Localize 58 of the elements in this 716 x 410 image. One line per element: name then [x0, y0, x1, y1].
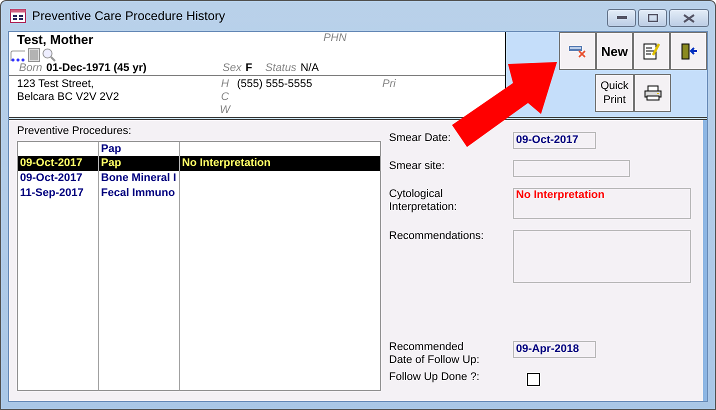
delete-button[interactable]	[559, 32, 596, 70]
maximize-icon	[648, 14, 658, 22]
checkbox[interactable]	[527, 373, 540, 386]
input-field[interactable]	[513, 160, 630, 177]
table-cell: 09-Oct-2017	[18, 156, 99, 171]
patient-name: Test, Mother	[17, 32, 94, 47]
table-cell: 09-Oct-2017	[18, 171, 99, 186]
edit-button[interactable]	[633, 32, 670, 70]
table-cell: Bone Mineral I	[99, 171, 180, 186]
table-row[interactable]: 11-Sep-2017 Fecal Immuno	[18, 186, 380, 201]
birth-date: 01-Dec-1971 (45 yr)	[46, 62, 147, 74]
date-field[interactable]: 09-Apr-2018	[513, 341, 596, 358]
sex-value: F	[246, 62, 252, 74]
search-icon[interactable]	[42, 48, 56, 62]
new-button[interactable]: New	[596, 32, 633, 70]
minimize-icon	[616, 16, 626, 20]
table-row[interactable]: 09-Oct-2017 Pap No Interpretation	[18, 156, 380, 171]
table-cell-text: No Interpretation	[181, 156, 272, 171]
table-row[interactable]: 09-Oct-2017 Bone Mineral I	[18, 171, 380, 186]
table-cell: Pap	[99, 156, 180, 171]
status-value: N/A	[300, 62, 319, 74]
door-arrow-icon	[680, 42, 698, 60]
form-icon	[10, 9, 26, 23]
pri-label: Pri	[382, 78, 396, 92]
printer-icon	[644, 85, 662, 101]
exit-button[interactable]	[670, 32, 707, 70]
quick-print-button[interactable]: Quick Print	[595, 74, 634, 112]
delete-icon	[568, 44, 586, 58]
field-label: Smear site:	[389, 160, 446, 173]
address-line: 123 Test Street,	[17, 78, 95, 91]
phone-label: H	[221, 78, 229, 91]
field-label: Smear Date:	[389, 132, 452, 145]
born-label: Born	[19, 62, 42, 74]
sex-label: Sex	[222, 62, 242, 74]
interpretation-field[interactable]: No Interpretation	[513, 188, 691, 219]
date-field[interactable]: 09-Oct-2017	[513, 132, 596, 149]
note-pencil-icon	[642, 42, 660, 60]
table-cell: Fecal Immuno	[99, 186, 180, 201]
field-label: Cytological Interpretation:	[389, 188, 458, 214]
document-icon[interactable]	[28, 48, 40, 62]
maximize-button[interactable]	[638, 9, 667, 27]
minimize-button[interactable]	[607, 9, 636, 27]
close-icon	[683, 14, 695, 22]
address-line: Belcara BC V2V 2V2	[17, 91, 120, 104]
field-label: Recommended Date of Follow Up:	[389, 341, 480, 367]
phn-label: PHN	[323, 32, 347, 44]
list-label: Preventive Procedures:	[17, 124, 132, 138]
status-label: Status	[265, 62, 296, 74]
print-button[interactable]	[634, 74, 671, 112]
field-label: Recommendations:	[389, 230, 485, 243]
table-cell: 11-Sep-2017	[18, 186, 99, 201]
phone-label: C	[221, 91, 229, 104]
close-button[interactable]	[669, 9, 709, 27]
dots-icon	[10, 50, 26, 62]
phone-label: W	[220, 104, 230, 117]
window-title: Preventive Care Procedure History	[32, 9, 226, 23]
field-label: Follow Up Done ?:	[389, 371, 480, 384]
phone-number: (555) 555-5555	[237, 78, 312, 92]
